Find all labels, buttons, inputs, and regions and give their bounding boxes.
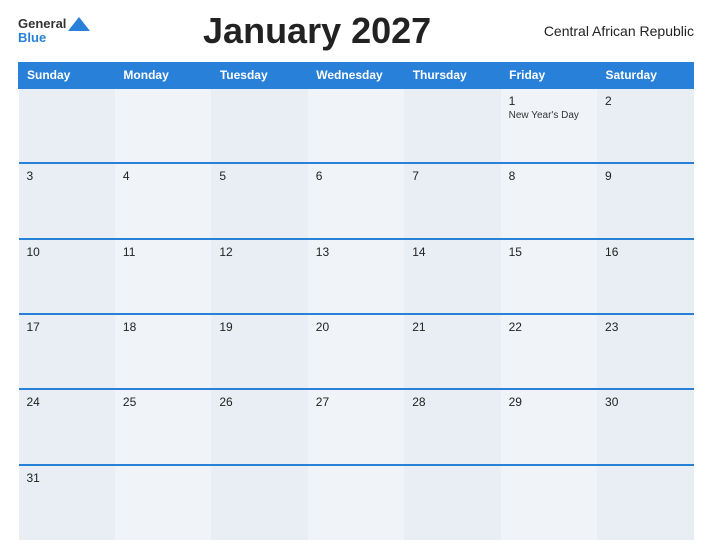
- calendar-day-cell: 17: [19, 314, 115, 389]
- day-number: 6: [316, 169, 396, 183]
- logo-blue-text: Blue: [18, 31, 46, 45]
- dow-header: Monday: [115, 63, 211, 89]
- day-number: 31: [27, 471, 107, 485]
- calendar-day-cell: 3: [19, 163, 115, 238]
- calendar-day-cell: 5: [211, 163, 307, 238]
- calendar-day-cell: 28: [404, 389, 500, 464]
- holiday-label: New Year's Day: [509, 110, 589, 121]
- day-number: 11: [123, 245, 203, 259]
- calendar-day-cell: [404, 88, 500, 163]
- calendar-day-cell: 11: [115, 239, 211, 314]
- dow-header: Tuesday: [211, 63, 307, 89]
- day-number: 1: [509, 94, 589, 108]
- calendar-day-cell: [597, 465, 693, 540]
- calendar-day-cell: 6: [308, 163, 404, 238]
- calendar-week-row: 31: [19, 465, 694, 540]
- day-number: 9: [605, 169, 685, 183]
- day-number: 20: [316, 320, 396, 334]
- calendar-day-cell: 30: [597, 389, 693, 464]
- calendar-day-cell: 4: [115, 163, 211, 238]
- day-number: 13: [316, 245, 396, 259]
- calendar-day-cell: 18: [115, 314, 211, 389]
- calendar-day-cell: 1 New Year's Day: [501, 88, 597, 163]
- calendar-day-cell: 20: [308, 314, 404, 389]
- logo-flag-icon: [68, 17, 90, 31]
- day-number: 28: [412, 395, 492, 409]
- day-number: 14: [412, 245, 492, 259]
- calendar-day-cell: 24: [19, 389, 115, 464]
- day-number: 24: [27, 395, 107, 409]
- calendar-day-cell: [115, 465, 211, 540]
- logo-general-text: General: [18, 17, 66, 31]
- day-number: 10: [27, 245, 107, 259]
- day-number: 4: [123, 169, 203, 183]
- day-number: 17: [27, 320, 107, 334]
- calendar-day-cell: 7: [404, 163, 500, 238]
- dow-header: Friday: [501, 63, 597, 89]
- calendar-week-row: 10 11 12 13 14 15 16: [19, 239, 694, 314]
- calendar-day-cell: 12: [211, 239, 307, 314]
- calendar-title: January 2027: [90, 10, 543, 52]
- dow-header: Thursday: [404, 63, 500, 89]
- calendar-day-cell: [115, 88, 211, 163]
- calendar-day-cell: 16: [597, 239, 693, 314]
- calendar-day-cell: [19, 88, 115, 163]
- day-number: 8: [509, 169, 589, 183]
- calendar-day-cell: [211, 88, 307, 163]
- day-number: 2: [605, 94, 685, 108]
- calendar-week-row: 17 18 19 20 21 22 23: [19, 314, 694, 389]
- country-name: Central African Republic: [544, 23, 694, 39]
- calendar-day-cell: 8: [501, 163, 597, 238]
- calendar-day-cell: 2: [597, 88, 693, 163]
- calendar-day-cell: 15: [501, 239, 597, 314]
- day-number: 7: [412, 169, 492, 183]
- calendar-day-cell: 29: [501, 389, 597, 464]
- day-number: 29: [509, 395, 589, 409]
- calendar-day-cell: [308, 88, 404, 163]
- calendar-table: SundayMondayTuesdayWednesdayThursdayFrid…: [18, 62, 694, 540]
- day-number: 27: [316, 395, 396, 409]
- calendar-day-cell: 26: [211, 389, 307, 464]
- calendar-day-cell: 25: [115, 389, 211, 464]
- calendar-week-row: 24 25 26 27 28 29 30: [19, 389, 694, 464]
- day-number: 15: [509, 245, 589, 259]
- page-wrapper: General Blue January 2027 Central Africa…: [0, 0, 712, 550]
- calendar-day-cell: 31: [19, 465, 115, 540]
- calendar-day-cell: 9: [597, 163, 693, 238]
- calendar-week-row: 1 New Year's Day 2: [19, 88, 694, 163]
- calendar-day-cell: 23: [597, 314, 693, 389]
- calendar-day-cell: [501, 465, 597, 540]
- day-number: 30: [605, 395, 685, 409]
- day-number: 3: [27, 169, 107, 183]
- day-number: 16: [605, 245, 685, 259]
- dow-header: Wednesday: [308, 63, 404, 89]
- dow-header: Saturday: [597, 63, 693, 89]
- calendar-day-cell: 14: [404, 239, 500, 314]
- day-number: 26: [219, 395, 299, 409]
- calendar-header-row: SundayMondayTuesdayWednesdayThursdayFrid…: [19, 63, 694, 89]
- day-number: 12: [219, 245, 299, 259]
- logo-area: General Blue: [18, 17, 90, 46]
- calendar-day-cell: [404, 465, 500, 540]
- calendar-day-cell: 10: [19, 239, 115, 314]
- calendar-day-cell: 13: [308, 239, 404, 314]
- day-number: 18: [123, 320, 203, 334]
- day-number: 22: [509, 320, 589, 334]
- day-number: 19: [219, 320, 299, 334]
- calendar-day-cell: 27: [308, 389, 404, 464]
- calendar-day-cell: [211, 465, 307, 540]
- calendar-day-cell: [308, 465, 404, 540]
- calendar-day-cell: 22: [501, 314, 597, 389]
- calendar-day-cell: 19: [211, 314, 307, 389]
- day-number: 5: [219, 169, 299, 183]
- calendar-header: General Blue January 2027 Central Africa…: [18, 10, 694, 56]
- day-number: 21: [412, 320, 492, 334]
- calendar-day-cell: 21: [404, 314, 500, 389]
- calendar-week-row: 3 4 5 6 7 8 9: [19, 163, 694, 238]
- dow-header: Sunday: [19, 63, 115, 89]
- day-number: 23: [605, 320, 685, 334]
- day-number: 25: [123, 395, 203, 409]
